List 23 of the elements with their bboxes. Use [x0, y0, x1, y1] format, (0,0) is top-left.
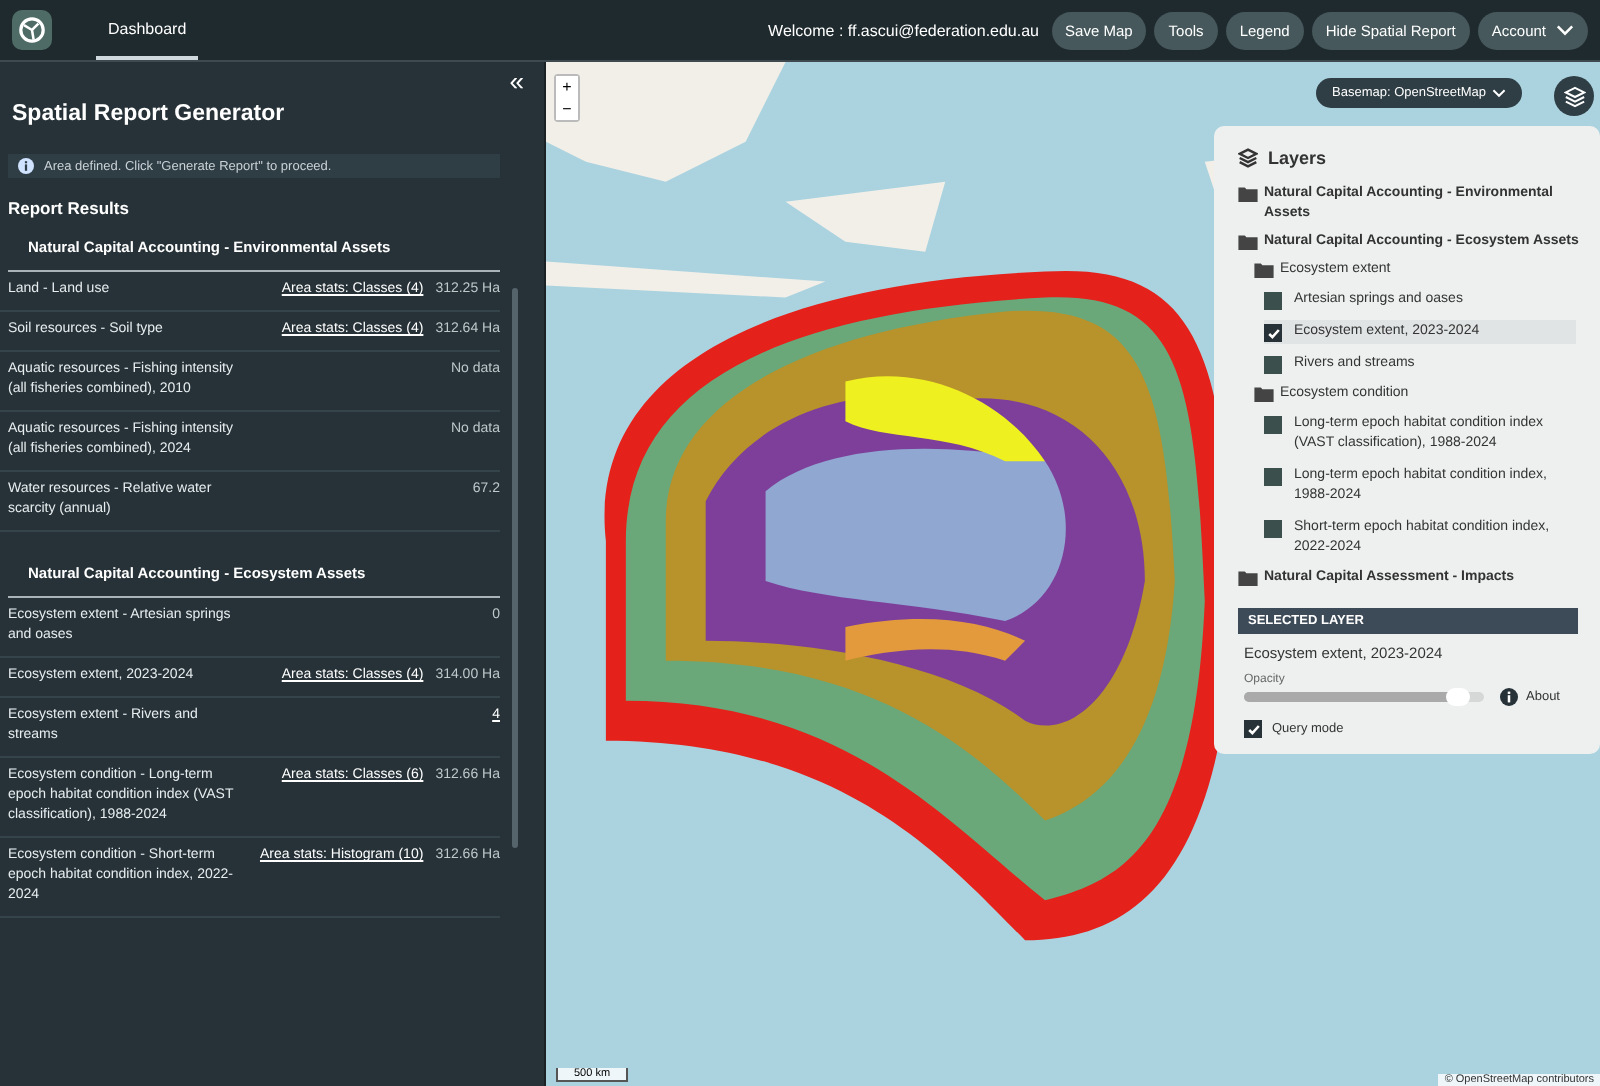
layer-checkbox[interactable] — [1264, 520, 1282, 538]
chevron-down-icon — [1556, 24, 1574, 36]
panel-title: Spatial Report Generator — [12, 102, 287, 126]
folder-icon — [1238, 186, 1258, 202]
layer-checkbox[interactable] — [1264, 292, 1282, 310]
section-heading: Report Results — [8, 198, 131, 218]
folder-icon — [1238, 570, 1258, 586]
slider-thumb[interactable] — [1446, 688, 1470, 706]
query-mode-checkbox[interactable] — [1244, 720, 1262, 738]
layer-checkbox[interactable] — [1264, 468, 1282, 486]
panel-title: Layers — [1268, 148, 1327, 168]
logo-icon[interactable] — [12, 10, 52, 50]
scrollbar[interactable] — [512, 288, 518, 848]
welcome-text: Welcome : ff.ascui@federation.edu.au — [768, 21, 1040, 39]
layer-checkbox[interactable] — [1264, 416, 1282, 434]
layer-checkbox[interactable] — [1264, 324, 1282, 342]
layer-checkbox[interactable] — [1264, 356, 1282, 374]
chevron-down-icon — [1491, 88, 1506, 98]
layers-icon — [1238, 148, 1258, 168]
collapse-button[interactable]: « — [505, 68, 528, 96]
layers-icon — [1563, 85, 1585, 107]
folder-icon — [1254, 386, 1274, 402]
info-icon — [1500, 688, 1518, 706]
